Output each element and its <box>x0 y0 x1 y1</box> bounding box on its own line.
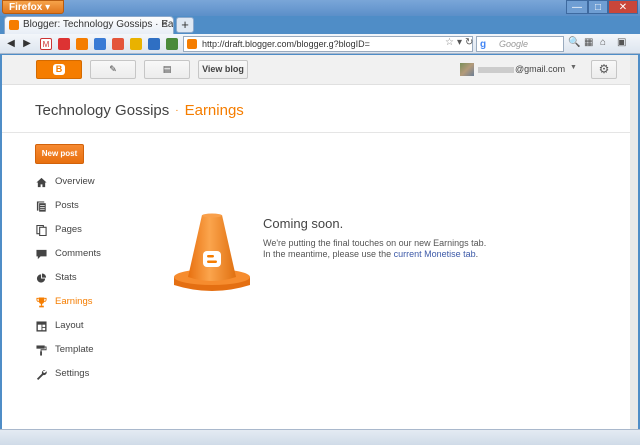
browser-status-bar <box>0 429 640 445</box>
sidebar-item-stats[interactable]: Stats <box>35 270 155 286</box>
header-divider <box>2 132 638 133</box>
breadcrumb: Technology Gossips · Earnings <box>35 102 244 119</box>
bookmark-icon[interactable] <box>130 38 142 50</box>
sidebar-item-layout[interactable]: Layout <box>35 318 155 334</box>
sidebar-item-label: Overview <box>55 176 95 187</box>
firefox-menu-button[interactable]: Firefox ▾ <box>2 0 64 14</box>
account-dropdown-icon[interactable]: ▼ <box>570 64 577 71</box>
url-bar[interactable]: http://draft.blogger.com/blogger.g?blogI… <box>183 36 473 52</box>
minimize-button[interactable]: — <box>566 0 588 14</box>
search-box[interactable]: g Google <box>476 36 564 52</box>
maximize-button[interactable]: □ <box>588 0 608 14</box>
addon-icon[interactable]: ▣ <box>617 37 626 48</box>
bookmark-icon[interactable] <box>148 38 160 50</box>
sidebar-item-comments[interactable]: Comments <box>35 246 155 262</box>
account-email-text: @gmail.com <box>515 64 566 74</box>
forward-icon[interactable]: ▶ <box>19 37 35 51</box>
account-email[interactable]: @gmail.com <box>478 64 565 74</box>
sidebar-item-label: Pages <box>55 224 82 235</box>
search-placeholder: Google <box>499 39 529 49</box>
sidebar-item-label: Stats <box>55 272 77 283</box>
bookmark-icon[interactable] <box>94 38 106 50</box>
monetise-tab-link[interactable]: current Monetise tab <box>394 249 476 259</box>
wrench-icon <box>36 370 47 380</box>
firefox-menu-label: Firefox <box>9 2 43 13</box>
new-post-button[interactable]: New post <box>35 144 84 164</box>
blog-name[interactable]: Technology Gossips <box>35 102 169 119</box>
close-window-button[interactable]: ✕ <box>608 0 638 14</box>
avatar[interactable] <box>460 63 474 76</box>
tab-title: Blogger: Technology Gossips · Earnings <box>23 19 174 30</box>
pencil-icon: ✎ <box>109 64 117 74</box>
sidebar-item-label: Posts <box>55 200 79 211</box>
sidebar-item-label: Template <box>55 344 94 355</box>
back-icon[interactable]: ◀ <box>3 37 19 51</box>
google-search-icon: g <box>480 39 487 50</box>
sidebar-item-settings[interactable]: Settings <box>35 366 155 382</box>
sidebar-item-label: Comments <box>55 248 101 259</box>
sidebar-item-label: Earnings <box>55 296 93 307</box>
gmail-bookmark-icon[interactable]: M <box>40 38 52 50</box>
home-icon[interactable]: ⌂ <box>600 37 606 48</box>
layout-icon <box>36 321 47 332</box>
blogger-bookmark-icon[interactable] <box>76 38 88 50</box>
bookmark-icon[interactable] <box>166 38 178 50</box>
sidebar-item-label: Settings <box>55 368 90 379</box>
meantime-suffix: . <box>475 249 479 259</box>
trophy-icon <box>36 297 47 308</box>
site-identity-icon <box>187 39 197 49</box>
posts-list-button[interactable]: ▤ <box>144 60 190 79</box>
home-icon <box>36 177 47 188</box>
meantime-prefix: In the meantime, please use the <box>263 249 394 259</box>
pages-icon <box>36 225 47 236</box>
new-tab-button[interactable]: + <box>176 17 194 33</box>
coming-soon-message: We're putting the final touches on our n… <box>263 238 487 248</box>
search-go-icon[interactable]: 🔍 <box>568 37 580 48</box>
reload-icon[interactable]: ↻ <box>465 37 473 48</box>
page-scrollbar[interactable] <box>630 55 638 429</box>
sidebar-item-earnings[interactable]: Earnings <box>35 294 155 310</box>
posts-icon <box>36 201 47 212</box>
sidebar-item-label: Layout <box>55 320 84 331</box>
pages-icon: ▤ <box>162 64 172 74</box>
blogger-page: B ✎ ▤ View blog @gmail.com ▼ ⚙ Technolog… <box>2 55 638 429</box>
blogger-logo-icon: B <box>53 64 65 75</box>
gear-icon[interactable]: ⚙ <box>591 60 617 79</box>
navigation-toolbar: ◀ ▶ M http://draft.blogger.com/blogger.g… <box>0 34 640 54</box>
sidebar-item-posts[interactable]: Posts <box>35 198 155 214</box>
coming-soon-title: Coming soon. <box>263 216 344 231</box>
bookmarks-menu-icon[interactable]: ▦ <box>584 37 593 48</box>
breadcrumb-separator: · <box>175 105 179 116</box>
bookmark-star-icon[interactable]: ☆ <box>445 37 454 48</box>
url-text: http://draft.blogger.com/blogger.g?blogI… <box>202 39 370 49</box>
coming-soon-meantime: In the meantime, please use the current … <box>263 249 478 259</box>
window-titlebar: Firefox ▾ — □ ✕ <box>0 0 640 16</box>
paint-roller-icon <box>36 345 47 356</box>
comment-icon <box>36 249 47 260</box>
pie-chart-icon <box>36 273 47 283</box>
bookmark-icon[interactable] <box>58 38 70 50</box>
sidebar-item-pages[interactable]: Pages <box>35 222 155 238</box>
traffic-cone-illustration <box>174 213 250 291</box>
blogger-home-button[interactable]: B <box>36 60 82 79</box>
sidebar-item-template[interactable]: Template <box>35 342 155 358</box>
blogger-favicon-icon <box>9 20 19 30</box>
blogger-topbar: B ✎ ▤ View blog @gmail.com ▼ ⚙ <box>2 55 638 85</box>
new-post-pencil-button[interactable]: ✎ <box>90 60 136 79</box>
bookmark-icon[interactable] <box>112 38 124 50</box>
page-title: Earnings <box>184 102 244 119</box>
tab-strip: Blogger: Technology Gossips · Earnings ✕… <box>0 16 640 34</box>
view-blog-button[interactable]: View blog <box>198 60 248 79</box>
url-dropdown-icon[interactable]: ▾ <box>457 37 462 48</box>
sidebar-item-overview[interactable]: Overview <box>35 174 155 190</box>
browser-tab[interactable]: Blogger: Technology Gossips · Earnings ✕ <box>4 16 174 34</box>
tab-close-icon[interactable]: ✕ <box>161 17 169 33</box>
